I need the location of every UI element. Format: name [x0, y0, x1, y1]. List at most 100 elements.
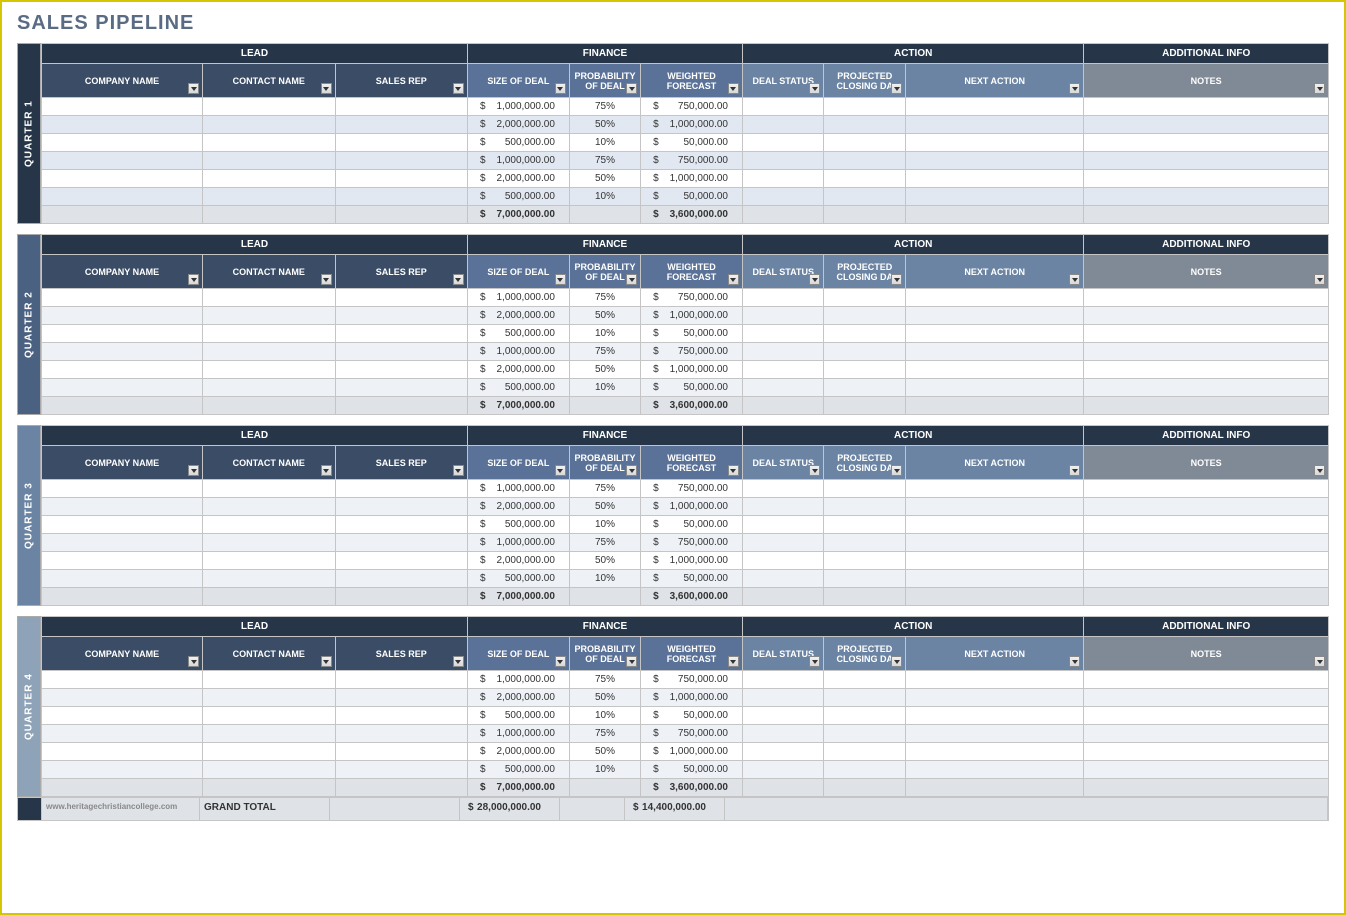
cell-empty[interactable] — [742, 480, 824, 498]
cell-deal[interactable]: $1,000,000.00 — [467, 725, 569, 743]
cell-deal[interactable]: $2,000,000.00 — [467, 170, 569, 188]
cell-empty[interactable] — [824, 152, 906, 170]
cell-empty[interactable] — [742, 116, 824, 134]
cell-empty[interactable] — [1084, 361, 1329, 379]
cell-empty[interactable] — [824, 743, 906, 761]
cell-deal[interactable]: $2,000,000.00 — [467, 361, 569, 379]
cell-empty[interactable] — [1084, 134, 1329, 152]
cell-deal[interactable]: $1,000,000.00 — [467, 152, 569, 170]
cell-empty[interactable] — [1084, 307, 1329, 325]
cell-wf[interactable]: $50,000.00 — [641, 761, 743, 779]
cell-empty[interactable] — [742, 707, 824, 725]
cell-prob[interactable]: 10% — [569, 188, 640, 206]
cell-empty[interactable] — [906, 516, 1084, 534]
cell-empty[interactable] — [906, 361, 1084, 379]
cell-deal[interactable]: $2,000,000.00 — [467, 116, 569, 134]
col-prob[interactable]: PROBABILITY OF DEAL — [569, 255, 640, 289]
cell-empty[interactable] — [824, 134, 906, 152]
col-contact[interactable]: CONTACT NAME — [203, 637, 335, 671]
cell-empty[interactable] — [906, 743, 1084, 761]
cell-empty[interactable] — [203, 725, 335, 743]
cell-empty[interactable] — [335, 689, 467, 707]
cell-prob[interactable]: 10% — [569, 570, 640, 588]
cell-empty[interactable] — [906, 570, 1084, 588]
cell-empty[interactable] — [824, 570, 906, 588]
cell-empty[interactable] — [203, 152, 335, 170]
cell-empty[interactable] — [906, 498, 1084, 516]
cell-prob[interactable]: 75% — [569, 152, 640, 170]
cell-empty[interactable] — [906, 725, 1084, 743]
cell-deal[interactable]: $2,000,000.00 — [467, 743, 569, 761]
cell-deal[interactable]: $2,000,000.00 — [467, 307, 569, 325]
cell-empty[interactable] — [42, 761, 203, 779]
col-status[interactable]: DEAL STATUS — [742, 64, 824, 98]
cell-wf[interactable]: $750,000.00 — [641, 152, 743, 170]
cell-empty[interactable] — [335, 98, 467, 116]
cell-empty[interactable] — [1084, 498, 1329, 516]
cell-empty[interactable] — [824, 761, 906, 779]
cell-empty[interactable] — [203, 379, 335, 397]
cell-prob[interactable]: 50% — [569, 170, 640, 188]
cell-empty[interactable] — [42, 725, 203, 743]
cell-empty[interactable] — [335, 289, 467, 307]
filter-dropdown-icon[interactable] — [1069, 83, 1080, 94]
cell-empty[interactable] — [742, 325, 824, 343]
cell-wf[interactable]: $750,000.00 — [641, 671, 743, 689]
cell-empty[interactable] — [742, 289, 824, 307]
cell-empty[interactable] — [1084, 725, 1329, 743]
cell-empty[interactable] — [824, 689, 906, 707]
cell-prob[interactable]: 10% — [569, 516, 640, 534]
col-notes[interactable]: NOTES — [1084, 446, 1329, 480]
cell-empty[interactable] — [824, 379, 906, 397]
cell-empty[interactable] — [1084, 170, 1329, 188]
cell-empty[interactable] — [742, 170, 824, 188]
cell-empty[interactable] — [742, 516, 824, 534]
col-rep[interactable]: SALES REP — [335, 64, 467, 98]
filter-dropdown-icon[interactable] — [809, 83, 820, 94]
filter-dropdown-icon[interactable] — [1314, 656, 1325, 667]
cell-prob[interactable]: 75% — [569, 480, 640, 498]
cell-empty[interactable] — [824, 516, 906, 534]
cell-empty[interactable] — [824, 188, 906, 206]
cell-deal[interactable]: $1,000,000.00 — [467, 480, 569, 498]
cell-empty[interactable] — [42, 707, 203, 725]
cell-deal[interactable]: $2,000,000.00 — [467, 498, 569, 516]
filter-dropdown-icon[interactable] — [555, 274, 566, 285]
cell-wf[interactable]: $750,000.00 — [641, 725, 743, 743]
col-rep[interactable]: SALES REP — [335, 446, 467, 480]
cell-empty[interactable] — [203, 134, 335, 152]
col-company[interactable]: COMPANY NAME — [42, 637, 203, 671]
cell-prob[interactable]: 75% — [569, 725, 640, 743]
col-wf[interactable]: WEIGHTED FORECAST — [641, 446, 743, 480]
cell-deal[interactable]: $500,000.00 — [467, 188, 569, 206]
filter-dropdown-icon[interactable] — [728, 656, 739, 667]
cell-empty[interactable] — [906, 307, 1084, 325]
cell-prob[interactable]: 75% — [569, 343, 640, 361]
cell-empty[interactable] — [906, 289, 1084, 307]
filter-dropdown-icon[interactable] — [1314, 83, 1325, 94]
cell-empty[interactable] — [335, 188, 467, 206]
cell-empty[interactable] — [824, 289, 906, 307]
cell-empty[interactable] — [335, 498, 467, 516]
col-close[interactable]: PROJECTED CLOSING DA — [824, 637, 906, 671]
cell-empty[interactable] — [824, 325, 906, 343]
cell-empty[interactable] — [335, 134, 467, 152]
cell-prob[interactable]: 50% — [569, 689, 640, 707]
cell-empty[interactable] — [742, 552, 824, 570]
cell-empty[interactable] — [1084, 689, 1329, 707]
cell-empty[interactable] — [1084, 289, 1329, 307]
col-close[interactable]: PROJECTED CLOSING DA — [824, 64, 906, 98]
cell-empty[interactable] — [742, 343, 824, 361]
cell-empty[interactable] — [42, 379, 203, 397]
cell-empty[interactable] — [742, 152, 824, 170]
cell-prob[interactable]: 10% — [569, 761, 640, 779]
cell-empty[interactable] — [42, 325, 203, 343]
filter-dropdown-icon[interactable] — [321, 83, 332, 94]
cell-empty[interactable] — [335, 570, 467, 588]
cell-empty[interactable] — [42, 289, 203, 307]
cell-empty[interactable] — [906, 480, 1084, 498]
cell-empty[interactable] — [824, 552, 906, 570]
cell-empty[interactable] — [742, 188, 824, 206]
cell-empty[interactable] — [203, 552, 335, 570]
col-status[interactable]: DEAL STATUS — [742, 255, 824, 289]
